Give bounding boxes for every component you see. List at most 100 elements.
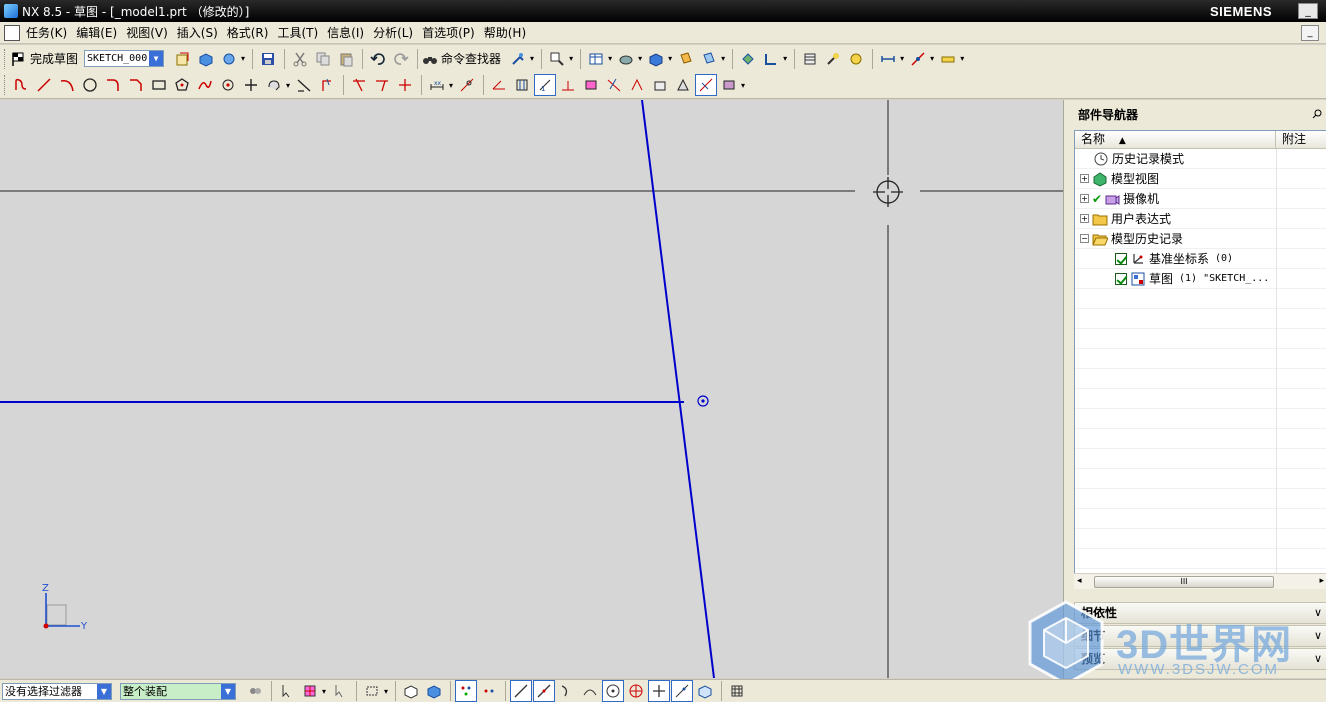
scroll-right-icon[interactable]: ▸ (1319, 576, 1324, 586)
wcs-dynamic-icon[interactable] (760, 48, 782, 70)
expand-icon[interactable]: + (1080, 194, 1089, 203)
orient-to-sketch-icon[interactable] (172, 48, 194, 70)
snap-arc-center-icon[interactable] (602, 680, 625, 702)
horizontal-scrollbar[interactable]: ◂ III ▸ (1074, 573, 1326, 589)
cursor-pick-icon[interactable] (329, 680, 351, 702)
point-tool-icon[interactable] (907, 48, 929, 70)
expand-icon[interactable]: + (1080, 214, 1089, 223)
dependencies-panel[interactable]: 相依性 ∨ (1074, 602, 1326, 624)
sketch-canvas[interactable]: Z Y (0, 100, 1063, 678)
toolbar-grip[interactable] (4, 75, 7, 95)
dimension-constraint-icon[interactable]: 1 (534, 74, 557, 96)
undo-icon[interactable] (367, 48, 389, 70)
mdi-minimize-button[interactable]: _ (1301, 25, 1319, 41)
snap-view-icon[interactable] (546, 48, 568, 70)
inferred-constraints-icon[interactable] (649, 74, 671, 96)
toolbar-grip[interactable] (4, 48, 7, 69)
menu-format[interactable]: 格式(R) (227, 24, 278, 41)
menu-help[interactable]: 帮助(H) (484, 24, 535, 41)
cross-point-icon[interactable] (240, 74, 262, 96)
menu-edit[interactable]: 编辑(E) (76, 24, 126, 41)
menu-task[interactable]: 任务(K) (26, 24, 76, 41)
snap-tangent-icon[interactable] (579, 680, 601, 702)
circle-icon[interactable] (79, 74, 101, 96)
visibility-checkbox[interactable] (1115, 272, 1127, 285)
type-filter-select[interactable]: 没有选择过滤器 ▼ (2, 682, 112, 700)
tree-node-datum-csys[interactable]: 基准坐标系 (0) (1075, 249, 1326, 269)
continuous-auto-dimension-icon[interactable] (695, 74, 718, 96)
horizontal-constraint-icon[interactable] (557, 74, 579, 96)
point-icon[interactable] (217, 74, 239, 96)
snap-line-end-icon[interactable] (510, 680, 533, 702)
update-model-icon[interactable] (218, 48, 240, 70)
auto-constrain-icon[interactable] (488, 74, 510, 96)
expand-icon[interactable]: + (1080, 174, 1089, 183)
studio-spline-icon[interactable] (194, 74, 216, 96)
graphics-window[interactable]: Z Y (0, 100, 1063, 678)
menu-view[interactable]: 视图(V) (126, 24, 177, 41)
fillet-icon[interactable] (102, 74, 124, 96)
geometric-constraints-icon[interactable] (456, 74, 478, 96)
select-bodies-icon[interactable] (423, 680, 445, 702)
scrollbar-thumb[interactable]: III (1094, 576, 1274, 588)
make-corner-icon[interactable] (394, 74, 416, 96)
snap-midpoint-icon[interactable] (478, 680, 500, 702)
menu-tools[interactable]: 工具(T) (277, 24, 327, 41)
menu-preferences[interactable]: 首选项(P) (422, 24, 484, 41)
sketch-task-icon[interactable] (4, 24, 20, 41)
minimize-window-button[interactable]: _ (1298, 3, 1318, 19)
shaded-view-icon[interactable] (645, 48, 667, 70)
project-curve-icon[interactable] (316, 74, 338, 96)
quick-extend-icon[interactable] (371, 74, 393, 96)
layer-settings-icon[interactable] (799, 48, 821, 70)
collapse-icon[interactable]: − (1080, 234, 1089, 243)
column-note-header[interactable]: 附注 (1276, 131, 1306, 148)
select-tool-icon[interactable] (276, 680, 298, 702)
render-style-icon[interactable] (615, 48, 637, 70)
tree-node-history-mode[interactable]: 历史记录模式 (1075, 149, 1326, 169)
reattach-icon[interactable] (195, 48, 217, 70)
sketch-name-select[interactable]: SKETCH_000 ▼ (84, 50, 165, 67)
grid-snap-icon[interactable] (726, 680, 748, 702)
show-constraints-icon[interactable] (511, 74, 533, 96)
tree-node-sketch[interactable]: 草图 (1) "SKETCH_... (1075, 269, 1326, 289)
menu-information[interactable]: 信息(I) (327, 24, 373, 41)
details-panel[interactable]: 细节 ∨ (1074, 625, 1326, 647)
tree-node-cameras[interactable]: + ✔ 摄像机 (1075, 189, 1326, 209)
line-icon[interactable] (33, 74, 55, 96)
alternate-solution-icon[interactable] (603, 74, 625, 96)
chamfer-icon[interactable] (125, 74, 147, 96)
face-color-icon[interactable] (675, 48, 697, 70)
snap-existing-point-icon[interactable] (648, 680, 671, 702)
cut-icon[interactable] (289, 48, 311, 70)
snap-point-icon[interactable] (299, 680, 321, 702)
section-view-icon[interactable] (698, 48, 720, 70)
quick-trim-icon[interactable] (348, 74, 370, 96)
column-name-header[interactable]: 名称 ▲ (1075, 131, 1276, 148)
component-filter-icon[interactable] (244, 680, 266, 702)
snap-curve-icon[interactable] (556, 680, 578, 702)
tree-node-model-views[interactable]: + 模型视图 (1075, 169, 1326, 189)
sketch-line-slanted[interactable] (641, 100, 715, 678)
save-icon[interactable] (257, 48, 279, 70)
menu-analysis[interactable]: 分析(L) (373, 24, 422, 41)
tree-node-user-expressions[interactable]: + 用户表达式 (1075, 209, 1326, 229)
sketch-relations-icon[interactable] (718, 74, 740, 96)
rectangle-icon[interactable] (148, 74, 170, 96)
measure-distance-icon[interactable] (877, 48, 899, 70)
pin-icon[interactable] (1312, 109, 1322, 119)
snap-point-on-curve-icon[interactable] (671, 680, 694, 702)
navigator-tree[interactable]: 名称 ▲ 附注 历史记录模式 + 模型视图 + ✔ 摄像机 + 用户表达式 − … (1074, 130, 1326, 589)
selection-tool-icon[interactable] (507, 48, 529, 70)
trim-recipe-icon[interactable] (293, 74, 315, 96)
visibility-checkbox[interactable] (1115, 252, 1127, 265)
analysis-icon[interactable] (845, 48, 867, 70)
arc-icon[interactable] (56, 74, 78, 96)
show-hide-icon[interactable] (822, 48, 844, 70)
wcs-icon[interactable] (737, 48, 759, 70)
scroll-left-icon[interactable]: ◂ (1077, 576, 1082, 586)
snap-line-mid-icon[interactable] (533, 680, 556, 702)
menu-insert[interactable]: 插入(S) (177, 24, 227, 41)
table-icon[interactable] (585, 48, 607, 70)
paste-icon[interactable] (335, 48, 357, 70)
